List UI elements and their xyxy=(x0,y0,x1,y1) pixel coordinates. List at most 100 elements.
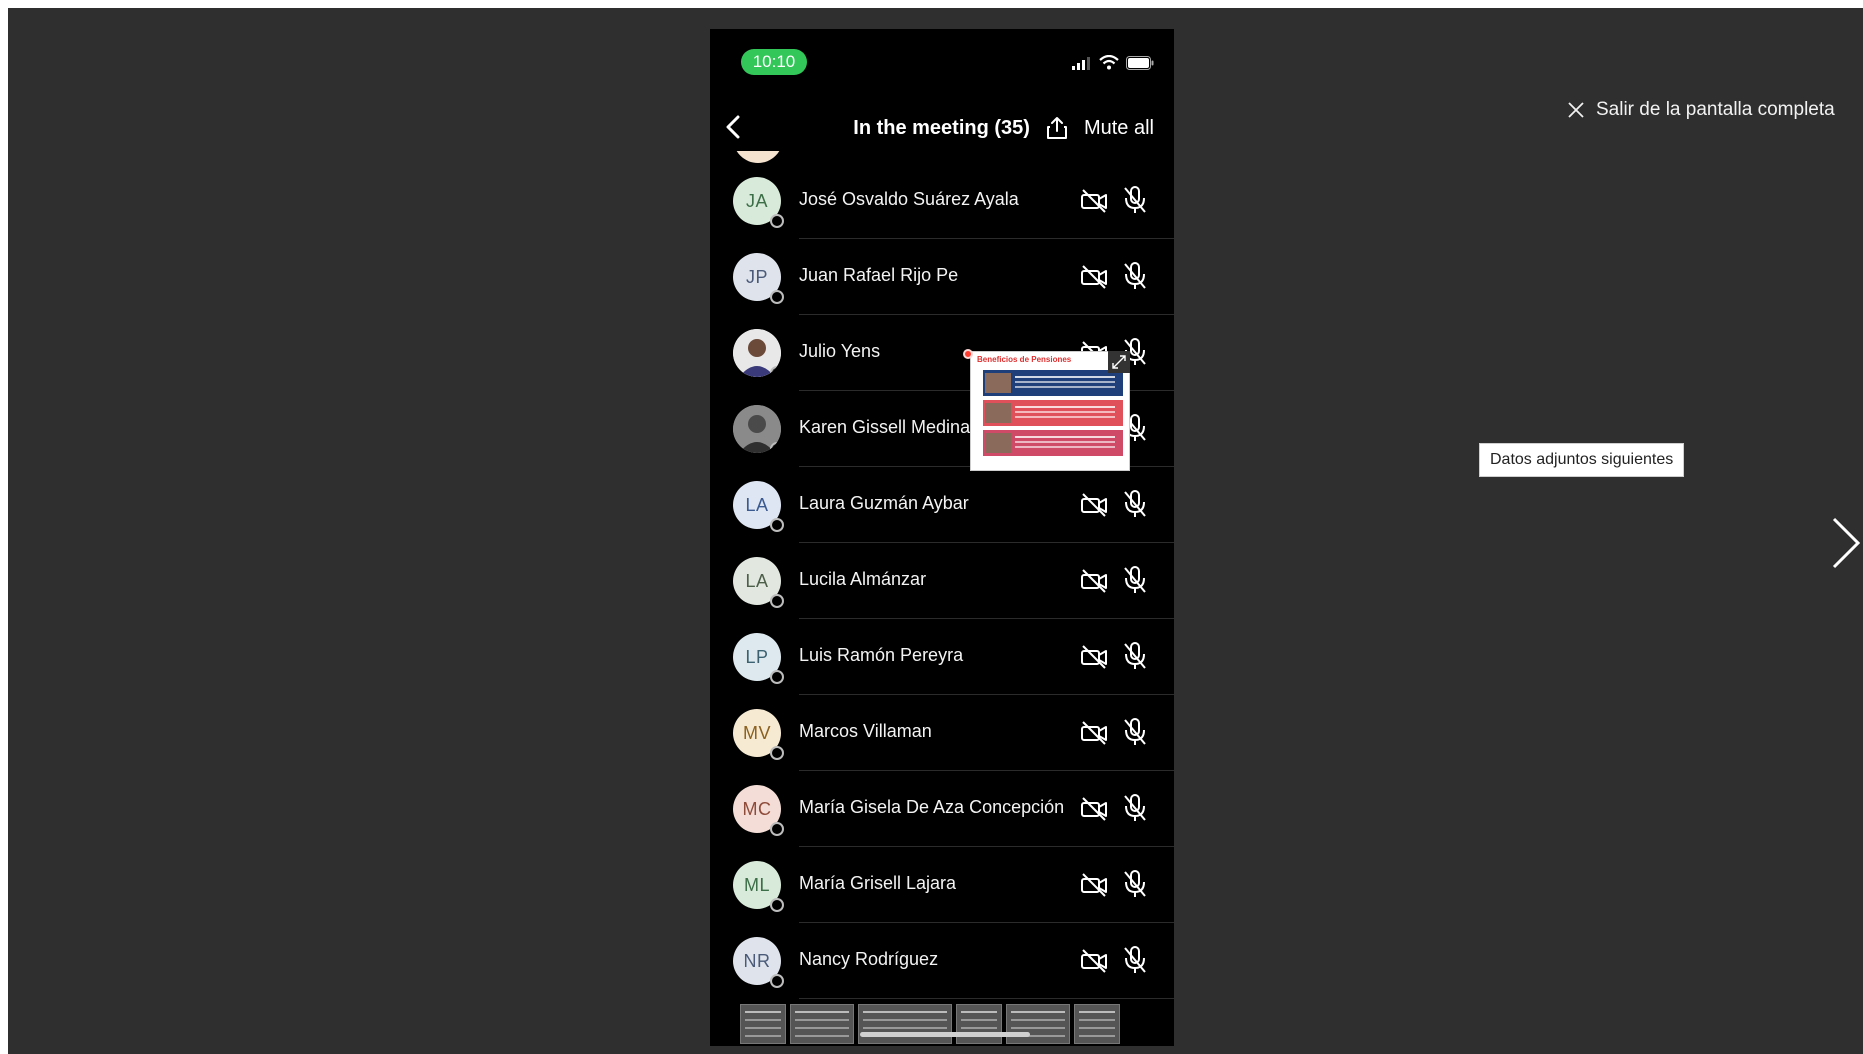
presence-badge xyxy=(770,898,784,912)
participant-name: Marcos Villaman xyxy=(799,721,932,741)
participant-name: María Grisell Lajara xyxy=(799,873,957,893)
participant-name: José Osvaldo Suárez Ayala xyxy=(799,189,1019,209)
status-time: 10:10 xyxy=(741,49,807,75)
expand-icon xyxy=(1112,355,1126,369)
camera-off-icon[interactable] xyxy=(1080,187,1108,215)
mic-off-icon[interactable] xyxy=(1122,565,1148,595)
avatar xyxy=(733,405,781,453)
mic-off-icon[interactable] xyxy=(1122,261,1148,291)
presence-badge xyxy=(770,442,781,453)
mic-off-icon[interactable] xyxy=(1122,945,1148,975)
participant-name: Julio Yens xyxy=(799,341,881,361)
row-divider xyxy=(799,998,1174,999)
slide-title: Beneficios de Pensiones xyxy=(977,355,1072,364)
presence-badge xyxy=(770,670,784,684)
participant-name: Lucila Almánzar xyxy=(799,569,927,589)
shared-content-popup[interactable]: Beneficios de Pensiones xyxy=(970,351,1130,471)
participant-row[interactable]: LA Laura Guzmán Aybar xyxy=(710,467,1174,543)
mute-all-button[interactable]: Mute all xyxy=(1084,117,1154,140)
participant-row[interactable]: ML María Grisell Lajara xyxy=(710,847,1174,923)
avatar: LA xyxy=(733,557,784,608)
presence-badge xyxy=(770,974,784,988)
meeting-nav-bar: In the meeting (35) Mute all xyxy=(710,101,1174,153)
mic-off-icon[interactable] xyxy=(1122,641,1148,671)
participant-list: JA José Osvaldo Suárez Ayala JP Juan Rafael… xyxy=(710,151,1174,1011)
mic-off-icon[interactable] xyxy=(1122,717,1148,747)
chevron-right-icon xyxy=(1832,517,1861,569)
avatar-initials: ML xyxy=(743,874,770,895)
filmstrip-thumbnail[interactable] xyxy=(956,1004,1002,1044)
participant-row[interactable]: JA José Osvaldo Suárez Ayala xyxy=(710,163,1174,239)
phone-screenshot: 10:10 In the meeting (35) Mute all JA Jo… xyxy=(710,29,1174,1046)
mic-off-icon[interactable] xyxy=(1122,489,1148,519)
avatar xyxy=(733,329,781,377)
status-bar: 10:10 xyxy=(710,29,1174,85)
participant-row[interactable]: JP Juan Rafael Rijo Pе xyxy=(710,239,1174,315)
avatar: MC xyxy=(733,785,784,836)
filmstrip-thumbnail[interactable] xyxy=(1006,1004,1070,1044)
presence-badge xyxy=(770,214,784,228)
attachment-filmstrip xyxy=(740,1002,1150,1046)
avatar xyxy=(733,151,783,163)
participant-row[interactable]: LA Lucila Almánzar xyxy=(710,543,1174,619)
share-icon[interactable] xyxy=(1044,115,1070,141)
filmstrip-thumbnail[interactable] xyxy=(790,1004,854,1044)
presence-badge xyxy=(770,290,784,304)
camera-off-icon[interactable] xyxy=(1080,947,1108,975)
camera-off-icon[interactable] xyxy=(1080,567,1108,595)
filmstrip-thumbnail[interactable] xyxy=(740,1004,786,1044)
expand-content-button[interactable] xyxy=(1108,351,1130,373)
exit-fullscreen-button[interactable]: Salir de la pantalla completa xyxy=(1566,92,1835,128)
participant-name: Nancy Rodríguez xyxy=(799,949,939,969)
participant-name: Laura Guzmán Aybar xyxy=(799,493,969,513)
avatar-initials: LP xyxy=(745,646,769,667)
avatar-initials: LA xyxy=(745,570,769,591)
participant-name: María Gisela De Aza Concepción xyxy=(799,797,1065,817)
slide-section xyxy=(983,430,1123,456)
mic-off-icon[interactable] xyxy=(1122,793,1148,823)
attachment-viewer: Salir de la pantalla completa Datos adju… xyxy=(8,8,1863,1054)
avatar: LA xyxy=(733,481,784,532)
participant-row[interactable]: LP Luis Ramón Pereyra xyxy=(710,619,1174,695)
exit-fullscreen-label: Salir de la pantalla completa xyxy=(1596,99,1835,120)
camera-off-icon[interactable] xyxy=(1080,795,1108,823)
filmstrip-thumbnail[interactable] xyxy=(1074,1004,1120,1044)
presence-badge xyxy=(770,518,784,532)
presence-badge xyxy=(770,366,781,377)
next-attachment-button[interactable] xyxy=(1826,508,1863,578)
avatar-initials: MC xyxy=(742,798,772,819)
avatar: MV xyxy=(733,709,784,760)
presence-badge xyxy=(770,594,784,608)
participant-row[interactable]: NR Nancy Rodríguez xyxy=(710,923,1174,999)
participant-name: Karen Gissell Medina xyxy=(799,417,971,437)
nav-title-area: In the meeting (35) Mute all xyxy=(710,115,1174,141)
avatar-initials: LA xyxy=(745,494,769,515)
filmstrip-thumbnail[interactable] xyxy=(858,1004,952,1044)
participant-row[interactable]: MV Marcos Villaman xyxy=(710,695,1174,771)
participants-title: In the meeting (35) xyxy=(853,116,1030,139)
shared-slide-preview: Beneficios de Pensiones xyxy=(970,351,1130,471)
home-indicator xyxy=(860,1032,1030,1037)
recording-indicator xyxy=(963,349,973,359)
mic-off-icon[interactable] xyxy=(1122,869,1148,899)
avatar-initials: JP xyxy=(745,266,768,287)
avatar: ML xyxy=(733,861,784,912)
camera-off-icon[interactable] xyxy=(1080,643,1108,671)
avatar: JP xyxy=(733,253,784,304)
next-attachment-tooltip: Datos adjuntos siguientes xyxy=(1479,443,1685,477)
avatar-initials: MV xyxy=(743,722,771,743)
camera-off-icon[interactable] xyxy=(1080,491,1108,519)
camera-off-icon[interactable] xyxy=(1080,719,1108,747)
avatar: LP xyxy=(733,633,784,684)
presence-badge xyxy=(770,746,784,760)
camera-off-icon[interactable] xyxy=(1080,263,1108,291)
signal-icon xyxy=(1072,56,1090,70)
wifi-icon xyxy=(1099,55,1119,70)
participant-row[interactable]: MC María Gisela De Aza Concepción xyxy=(710,771,1174,847)
battery-icon xyxy=(1126,55,1154,70)
slide-section xyxy=(983,400,1123,426)
avatar-initials: JA xyxy=(745,190,768,211)
camera-off-icon[interactable] xyxy=(1080,871,1108,899)
slide-section xyxy=(983,370,1123,396)
mic-off-icon[interactable] xyxy=(1122,185,1148,215)
